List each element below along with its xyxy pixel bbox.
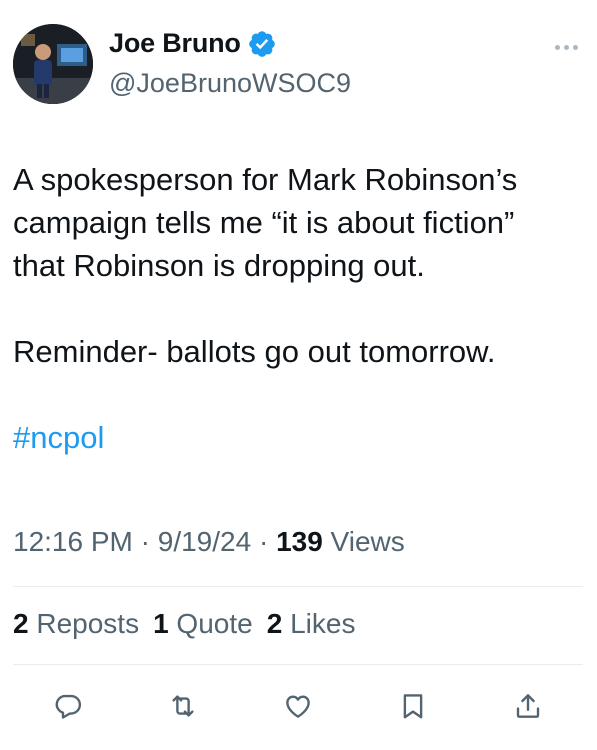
display-name[interactable]: Joe Bruno bbox=[109, 28, 241, 59]
verified-badge-icon bbox=[247, 29, 277, 59]
quotes-label: Quote bbox=[168, 608, 253, 639]
views-label: Views bbox=[322, 526, 405, 557]
tweet-line: A spokesperson for Mark Robinson’s bbox=[13, 162, 518, 197]
tweet-date[interactable]: 9/19/24 bbox=[158, 526, 251, 557]
tweet-header: Joe Bruno @JoeBrunoWSOC9 bbox=[13, 24, 583, 108]
tweet-time[interactable]: 12:16 PM bbox=[13, 526, 133, 557]
engagement-stats: 2 Reposts 1 Quote 2 Likes bbox=[13, 608, 355, 640]
avatar-image bbox=[13, 24, 93, 104]
meta-separator: · bbox=[251, 526, 277, 557]
hashtag-link[interactable]: #ncpol bbox=[13, 416, 583, 459]
share-icon[interactable] bbox=[508, 686, 548, 726]
likes-count: 2 bbox=[266, 608, 283, 639]
reply-icon[interactable] bbox=[48, 686, 88, 726]
reposts-count: 2 bbox=[13, 608, 29, 639]
quotes-count: 1 bbox=[153, 608, 169, 639]
quotes-stat[interactable]: 1 Quote bbox=[153, 608, 253, 640]
tweet-line: that Robinson is dropping out. bbox=[13, 248, 425, 283]
avatar[interactable] bbox=[13, 24, 93, 104]
more-options-icon[interactable] bbox=[549, 40, 583, 54]
like-icon[interactable] bbox=[278, 686, 318, 726]
views-count: 139 bbox=[276, 526, 323, 557]
tweet-meta: 12:16 PM · 9/19/24 · 139 Views bbox=[13, 526, 405, 558]
handle[interactable]: @JoeBrunoWSOC9 bbox=[109, 68, 351, 99]
repost-icon[interactable] bbox=[163, 686, 203, 726]
likes-label: Likes bbox=[282, 608, 356, 639]
divider bbox=[13, 664, 583, 665]
likes-stat[interactable]: 2 Likes bbox=[267, 608, 356, 640]
meta-separator: · bbox=[132, 526, 158, 557]
action-bar bbox=[48, 686, 548, 726]
bookmark-icon[interactable] bbox=[393, 686, 433, 726]
tweet-text: A spokesperson for Mark Robinson’s campa… bbox=[13, 158, 583, 459]
tweet-line: Reminder- ballots go out tomorrow. bbox=[13, 334, 496, 369]
reposts-stat[interactable]: 2 Reposts bbox=[13, 608, 139, 640]
divider bbox=[13, 586, 583, 587]
name-row: Joe Bruno bbox=[109, 28, 277, 59]
tweet-line: campaign tells me “it is about fiction” bbox=[13, 205, 515, 240]
reposts-label: Reposts bbox=[28, 608, 140, 639]
